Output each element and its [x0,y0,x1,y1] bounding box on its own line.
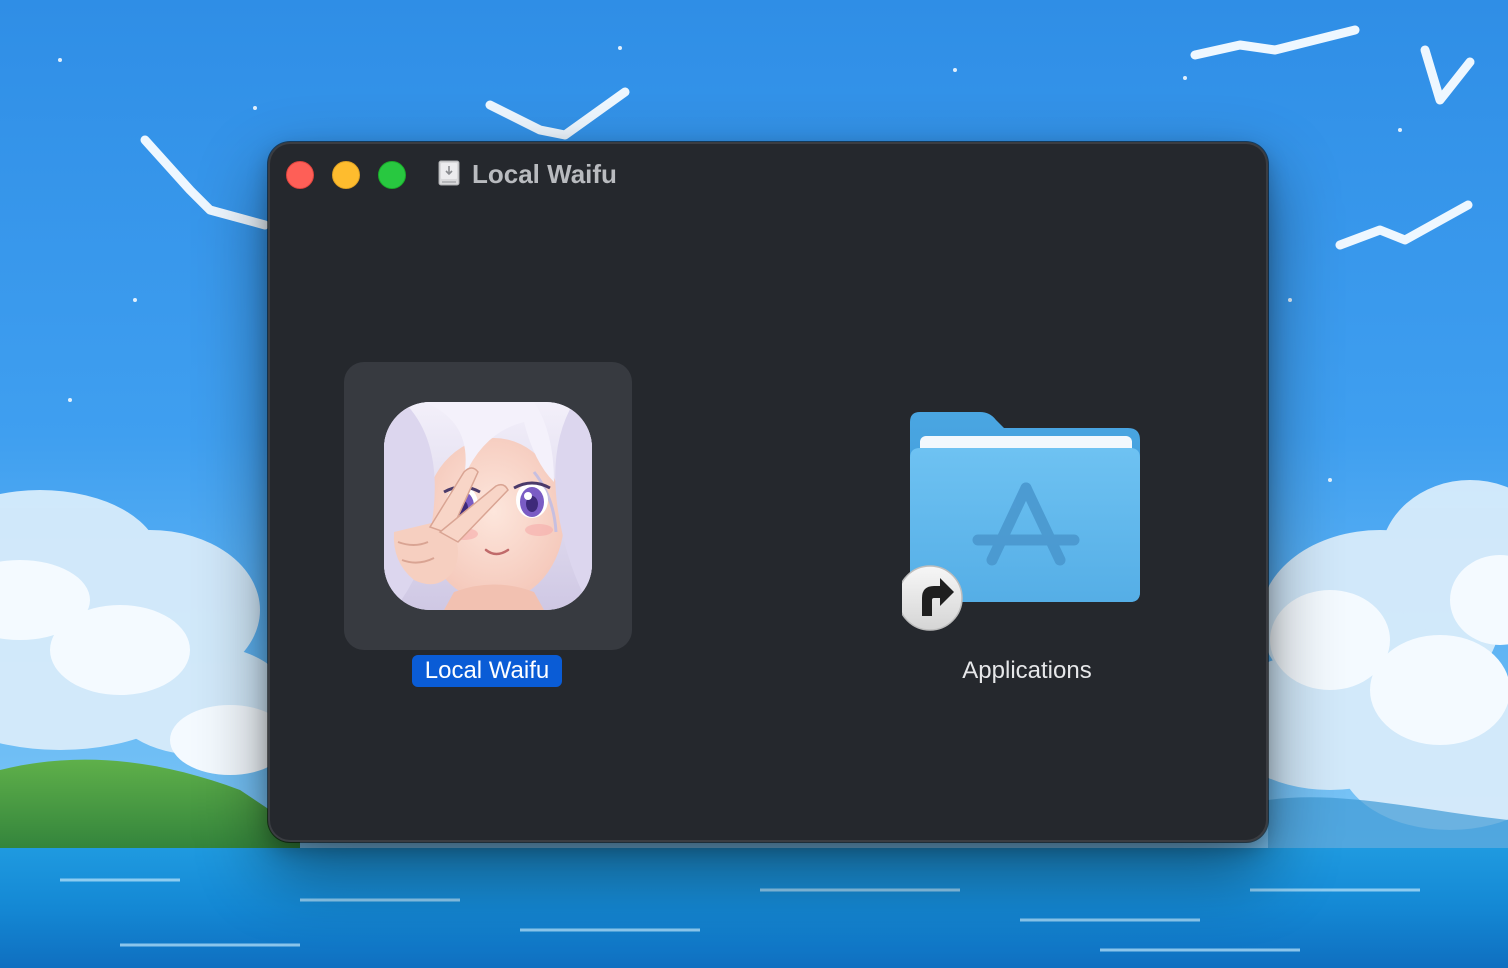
minimize-button[interactable] [332,161,360,189]
window-title: Local Waifu [472,159,617,189]
disk-image-icon [438,160,460,186]
app-label-local-waifu[interactable]: Local Waifu [412,655,562,687]
zoom-button[interactable] [378,161,406,189]
finder-window: Local Waifu Local Waifu Applications [268,142,1268,842]
title-bar[interactable]: Local Waifu [268,142,1268,206]
close-button[interactable] [286,161,314,189]
applications-folder-icon[interactable] [902,402,1152,632]
local-waifu-app-icon[interactable] [384,402,592,610]
applications-folder-alias[interactable]: Applications [888,402,1168,702]
alias-arrow-icon [902,565,963,631]
app-item-local-waifu[interactable]: Local Waifu [344,362,632,692]
desktop: Local Waifu Local Waifu Applications [0,0,1508,968]
applications-label: Applications [962,657,1092,684]
